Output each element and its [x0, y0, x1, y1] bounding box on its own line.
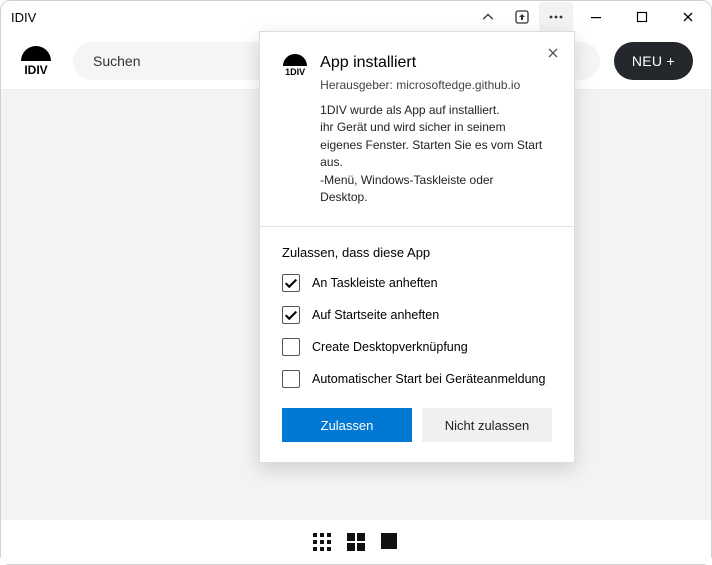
more-icon[interactable]: [539, 2, 573, 32]
checkbox[interactable]: [282, 370, 300, 388]
titlebar: IDIV: [1, 1, 711, 33]
perm-row-desktop-shortcut[interactable]: Create Desktopverknüpfung: [282, 338, 552, 356]
window-controls: [573, 1, 711, 33]
title-tool-controls: [471, 1, 573, 33]
grid-small-icon[interactable]: [313, 533, 331, 551]
deny-button[interactable]: Nicht zulassen: [422, 408, 552, 442]
permissions-title: Zulassen, dass diese App: [282, 245, 552, 260]
search-placeholder: Suchen: [93, 53, 140, 69]
divider: [260, 226, 574, 227]
perm-label: Auf Startseite anheften: [312, 308, 439, 322]
checkbox[interactable]: [282, 306, 300, 324]
window-title: IDIV: [11, 10, 471, 25]
minimize-button[interactable]: [573, 1, 619, 33]
perm-row-autostart[interactable]: Automatischer Start bei Geräteanmeldung: [282, 370, 552, 388]
close-button[interactable]: [665, 1, 711, 33]
perm-row-pin-start[interactable]: Auf Startseite anheften: [282, 306, 552, 324]
popover-body: 1DIV wurde als App auf installiert. ihr …: [320, 102, 552, 206]
deny-button-label: Nicht zulassen: [445, 418, 530, 433]
body-line: ihr Gerät und wird sicher in seinem: [320, 119, 552, 136]
footer: [1, 520, 711, 564]
install-popover: 1DIV App installiert Herausgeber: micros…: [259, 31, 575, 463]
single-view-icon[interactable]: [381, 533, 399, 551]
allow-button-label: Zulassen: [321, 418, 374, 433]
chevron-up-icon[interactable]: [471, 2, 505, 32]
perm-row-pin-taskbar[interactable]: An Taskleiste anheften: [282, 274, 552, 292]
new-button[interactable]: NEU +: [614, 42, 693, 80]
perm-label: Create Desktopverknüpfung: [312, 340, 468, 354]
popover-close-button[interactable]: [542, 42, 564, 64]
body-line: -Menü, Windows-Taskleiste oder: [320, 172, 552, 189]
maximize-button[interactable]: [619, 1, 665, 33]
app-icon[interactable]: [505, 2, 539, 32]
perm-label: Automatischer Start bei Geräteanmeldung: [312, 372, 545, 386]
allow-button[interactable]: Zulassen: [282, 408, 412, 442]
body-line: eigenes Fenster. Starten Sie es vom Star…: [320, 137, 552, 172]
popover-title: App installiert: [320, 54, 552, 72]
logo-text: IDIV: [24, 63, 47, 77]
popover-heading-block: App installiert Herausgeber: microsofted…: [320, 54, 552, 206]
popover-header: 1DIV App installiert Herausgeber: micros…: [282, 54, 552, 206]
body-line: Desktop.: [320, 189, 552, 206]
popover-app-icon: 1DIV: [282, 54, 308, 206]
perm-label: An Taskleiste anheften: [312, 276, 438, 290]
popover-publisher: Herausgeber: microsoftedge.github.io: [320, 78, 552, 92]
body-line: 1DIV wurde als App auf installiert.: [320, 102, 552, 119]
grid-large-icon[interactable]: [347, 533, 365, 551]
checkbox[interactable]: [282, 274, 300, 292]
app-logo: IDIV: [13, 46, 59, 77]
popover-actions: Zulassen Nicht zulassen: [282, 408, 552, 442]
new-button-label: NEU +: [632, 53, 675, 69]
half-circle-icon: [21, 46, 51, 61]
half-circle-icon: [283, 54, 307, 66]
checkbox[interactable]: [282, 338, 300, 356]
popover-icon-label: 1DIV: [285, 67, 305, 77]
